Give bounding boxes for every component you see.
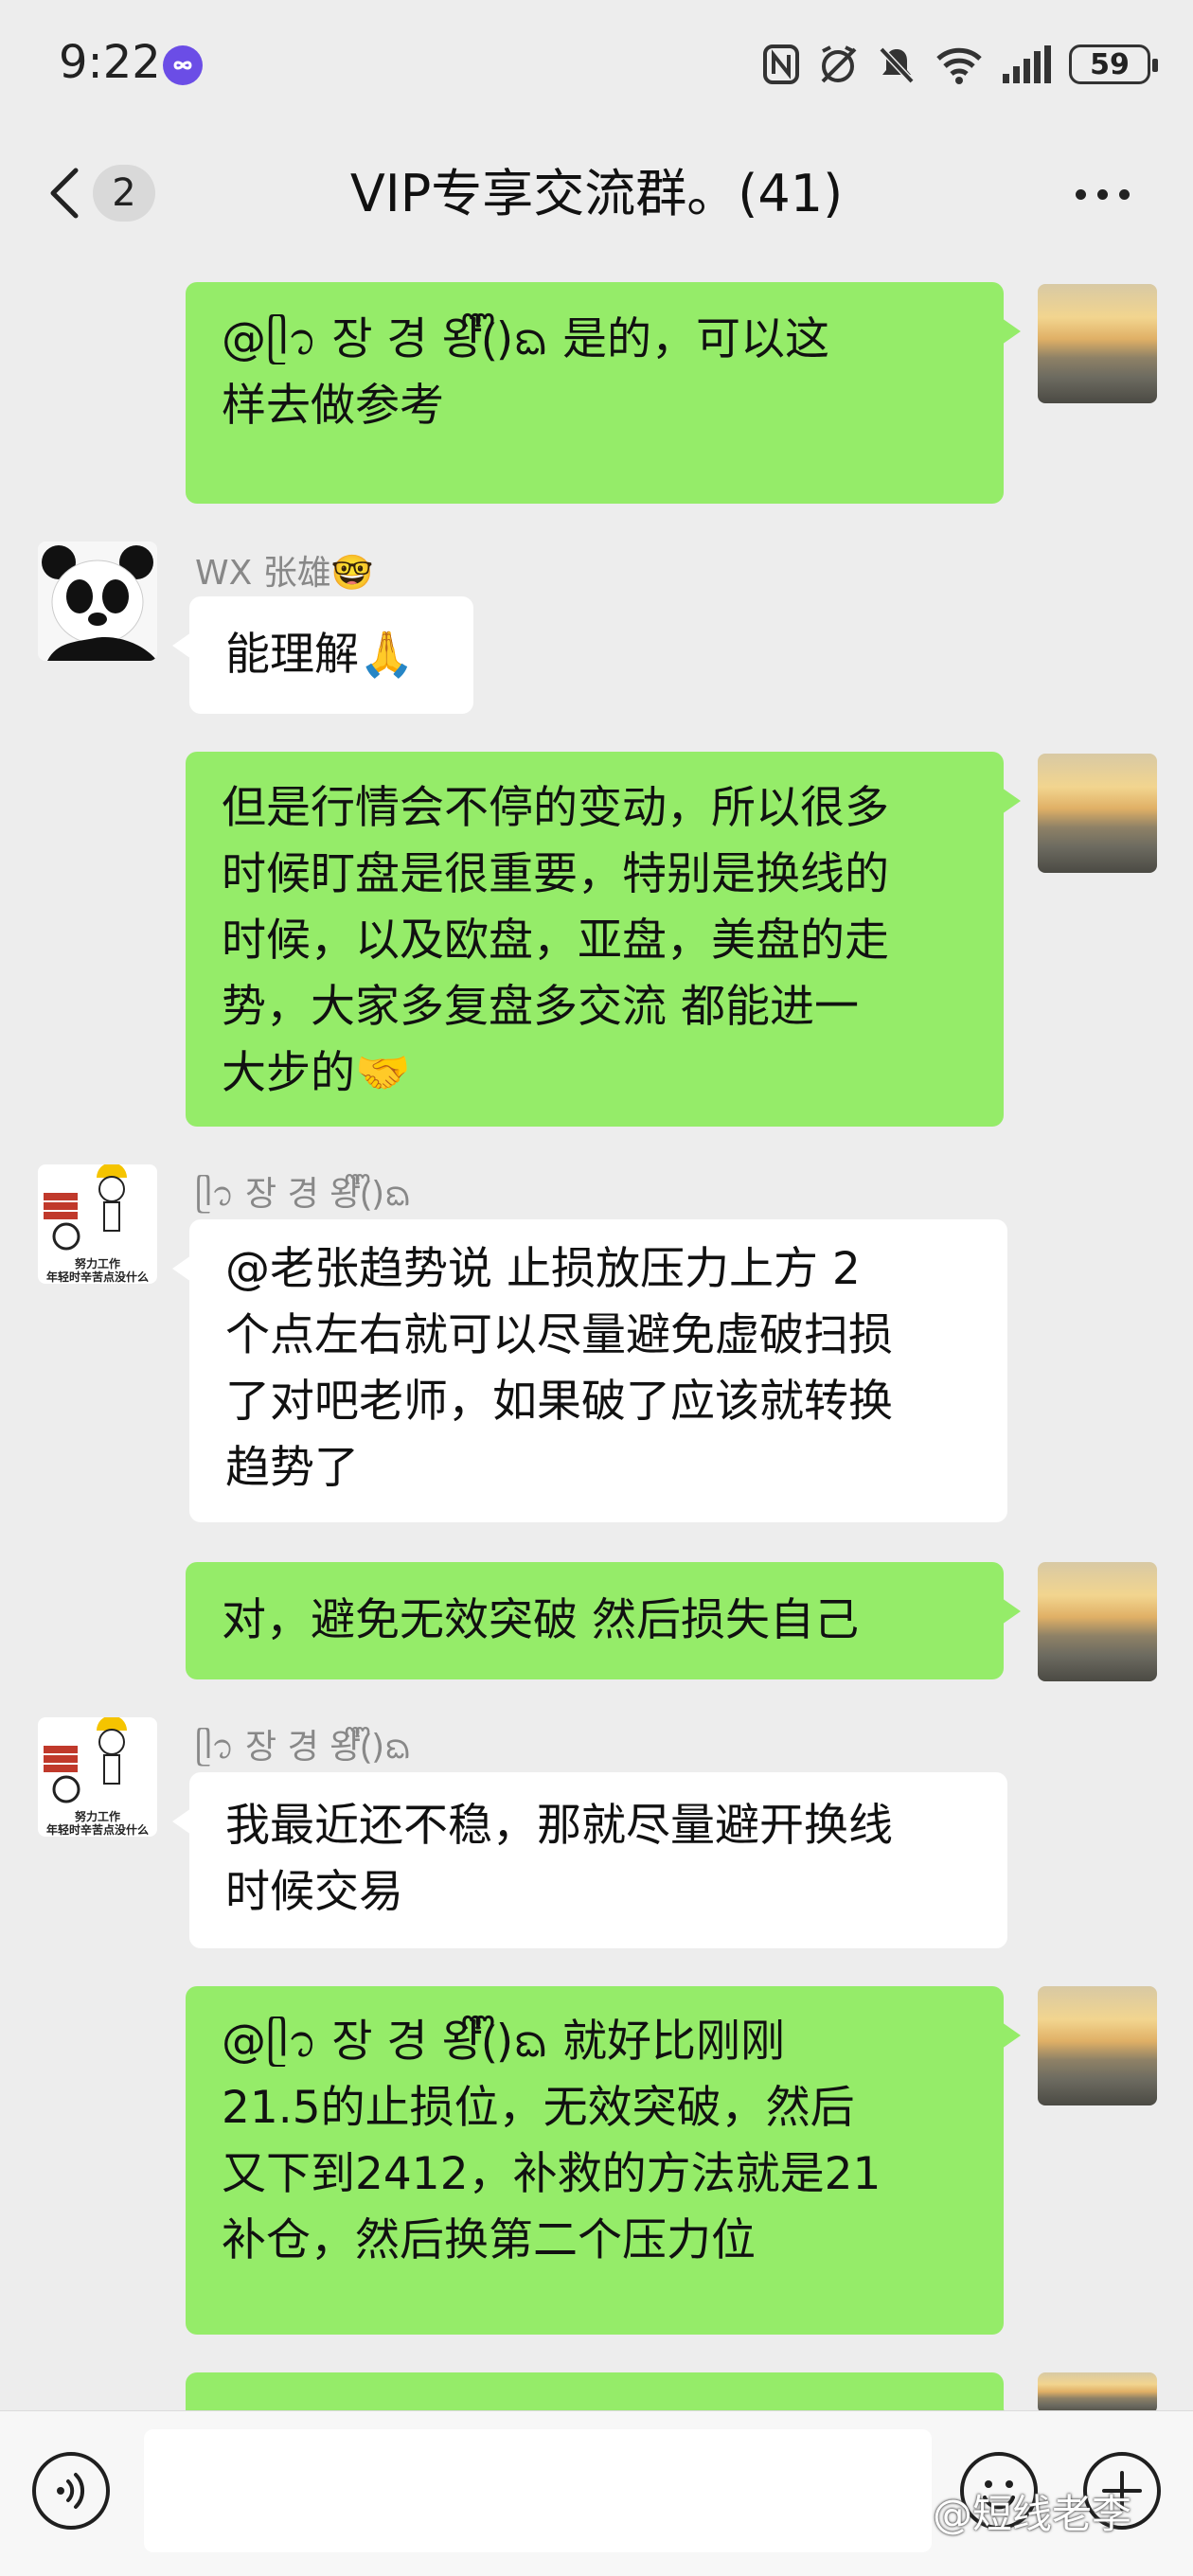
avatar-self[interactable] bbox=[1038, 1986, 1157, 2105]
avatar-self[interactable] bbox=[1038, 1562, 1157, 1681]
avatar-panda[interactable] bbox=[38, 542, 157, 661]
status-time: 9:22 bbox=[59, 36, 161, 89]
message-bubble-received[interactable]: @老张趋势说 止损放压力上方 2 个点左右就可以尽量避免虚破扫损 了对吧老师，如… bbox=[172, 1219, 1007, 1522]
message-text: @老张趋势说 止损放压力上方 2 个点左右就可以尽量避免虚破扫损 了对吧老师，如… bbox=[225, 1243, 893, 1494]
message-text: @ᥫ᭡ 장 경 왕ᩚ(ᩚ)ᨳ 是的，可以这 样去做参考 bbox=[222, 313, 829, 432]
avatar-caption: 努力工作 bbox=[74, 1257, 120, 1270]
message-text: 能理解🙏 bbox=[225, 629, 415, 681]
message-bubble-received[interactable]: 能理解🙏 bbox=[172, 596, 473, 714]
avatar-caption: 年轻时辛苦点没什么 bbox=[45, 1823, 149, 1837]
message-input[interactable] bbox=[144, 2429, 932, 2552]
chat-title: VIP专享交流群。(41) bbox=[349, 164, 844, 223]
message-bubble-sent[interactable]: 对，避免无效突破 然后损失自己 bbox=[186, 1562, 1021, 1679]
unread-count-badge[interactable]: 2 bbox=[93, 165, 155, 222]
nfc-icon bbox=[763, 44, 799, 84]
message-bubble-sent[interactable]: 但是行情会不停的变动，所以很多 时候盯盘是很重要，特别是换线的 时候，以及欧盘，… bbox=[186, 752, 1021, 1127]
message-bubble-received[interactable]: 我最近还不稳，那就尽量避开换线 时候交易 bbox=[172, 1772, 1007, 1948]
battery-indicator: 59 bbox=[1069, 44, 1158, 84]
avatar-worker[interactable]: 努力工作 年轻时辛苦点没什么 bbox=[38, 1164, 157, 1284]
message-text: 对，避免无效突破 然后损失自己 bbox=[222, 1594, 859, 1646]
voice-input-button[interactable] bbox=[32, 2452, 110, 2530]
wifi-icon bbox=[936, 47, 982, 84]
avatar-self bbox=[1038, 2372, 1157, 2414]
message-text: 但是行情会不停的变动，所以很多 时候盯盘是很重要，特别是换线的 时候，以及欧盘，… bbox=[222, 782, 889, 1099]
avatar-self[interactable] bbox=[1038, 754, 1157, 873]
avatar-worker[interactable]: 努力工作 年轻时辛苦点没什么 bbox=[38, 1717, 157, 1837]
more-options-icon[interactable] bbox=[1070, 180, 1136, 208]
mute-icon bbox=[879, 46, 915, 84]
avatar-caption: 努力工作 bbox=[74, 1810, 120, 1823]
avatar-caption: 年轻时辛苦点没什么 bbox=[45, 1270, 149, 1284]
message-bubble-sent[interactable]: @ᥫ᭡ 장 경 왕ᩚ(ᩚ)ᨳ 是的，可以这 样去做参考 bbox=[186, 282, 1021, 504]
status-icons: 59 bbox=[762, 40, 1158, 89]
back-arrow-icon[interactable] bbox=[42, 163, 87, 223]
message-text: @ᥫ᭡ 장 경 왕ᩚ(ᩚ)ᨳ 就好比刚刚 21.5的止损位，无效突破，然后 又下… bbox=[222, 2016, 881, 2266]
sender-name: WX 张雄🤓 bbox=[195, 554, 374, 593]
infinity-icon bbox=[163, 45, 203, 85]
watermark-text: @短线老李 bbox=[933, 2491, 1132, 2537]
message-bubble-sent[interactable]: @ᥫ᭡ 장 경 왕ᩚ(ᩚ)ᨳ 就好比刚刚 21.5的止损位，无效突破，然后 又下… bbox=[186, 1986, 1021, 2335]
alarm-off-icon bbox=[821, 45, 857, 83]
avatar-self[interactable] bbox=[1038, 284, 1157, 403]
signal-icon bbox=[1003, 45, 1051, 83]
message-text: 我最近还不稳，那就尽量避开换线 时候交易 bbox=[225, 1800, 893, 1918]
